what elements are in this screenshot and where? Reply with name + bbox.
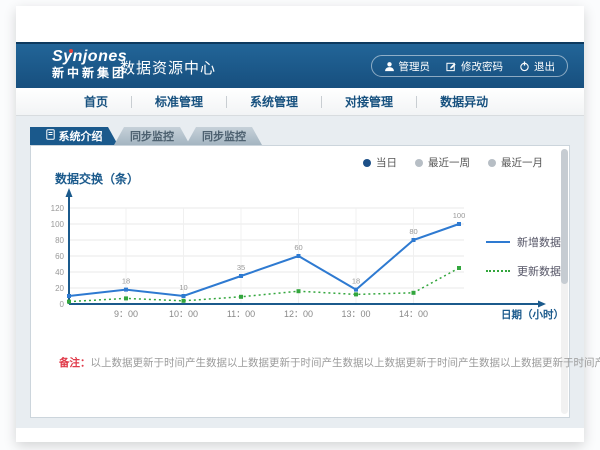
svg-text:60: 60	[55, 252, 64, 261]
svg-text:0: 0	[60, 300, 65, 309]
chart-panel: 当日 最近一周 最近一月 数据交换（条） 0204060801001209：00…	[30, 145, 570, 418]
radio-dot-icon	[488, 159, 496, 167]
nav-item-system-mgmt[interactable]: 系统管理	[244, 93, 304, 110]
nav-separator	[131, 96, 132, 108]
panel-scrollbar[interactable]	[561, 149, 568, 414]
svg-text:11：00: 11：00	[227, 309, 255, 319]
svg-text:日期（小时）: 日期（小时）	[501, 308, 564, 321]
green-dotted-swatch-icon	[486, 270, 510, 272]
logo-subtext: 新中新集团	[52, 67, 127, 80]
svg-text:18: 18	[352, 277, 360, 286]
svg-text:13：00: 13：00	[341, 309, 370, 319]
browser-window: Synjones 新中新集团 数据资源中心 管理员 修改密码 退出	[16, 6, 584, 442]
power-icon	[519, 61, 530, 72]
content-area: 系统介绍 同步监控 同步监控 当日 最近一周	[16, 116, 584, 428]
user-actions: 管理员 修改密码 退出	[371, 55, 569, 77]
document-icon	[46, 129, 55, 143]
svg-text:80: 80	[55, 236, 64, 245]
blue-line-swatch-icon	[486, 241, 510, 243]
nav-item-home[interactable]: 首页	[78, 93, 114, 110]
svg-text:10: 10	[179, 283, 187, 292]
svg-text:9：00: 9：00	[114, 309, 138, 319]
svg-text:20: 20	[55, 284, 64, 293]
footnote-prefix: 备注：	[59, 357, 91, 369]
svg-text:12：00: 12：00	[284, 309, 313, 319]
nav-item-standard-mgmt[interactable]: 标准管理	[149, 93, 209, 110]
legend-new-data: 新增数据	[486, 234, 561, 250]
nav-separator	[321, 96, 322, 108]
app-header: Synjones 新中新集团 数据资源中心 管理员 修改密码 退出	[16, 42, 584, 88]
svg-text:14：00: 14：00	[399, 309, 428, 319]
nav-item-interface-mgmt[interactable]: 对接管理	[339, 93, 399, 110]
legend-updated-data: 更新数据	[486, 263, 561, 279]
nav-separator	[416, 96, 417, 108]
tab-bar: 系统介绍 同步监控 同步监控	[30, 127, 262, 145]
chart-legend: 新增数据 更新数据	[486, 234, 561, 279]
user-icon	[384, 61, 395, 72]
tab-sync-monitor-1[interactable]: 同步监控	[114, 127, 190, 145]
footnote: 备注：以上数据更新于时间产生数据以上数据更新于时间产生数据以上数据更新于时间产生…	[59, 355, 600, 370]
svg-text:120: 120	[51, 204, 65, 213]
radio-last-week[interactable]: 最近一周	[415, 155, 470, 170]
nav-separator	[226, 96, 227, 108]
svg-text:10：00: 10：00	[169, 309, 198, 319]
svg-text:40: 40	[55, 268, 64, 277]
scrollbar-thumb[interactable]	[561, 149, 568, 284]
logo-red-dot-icon	[69, 49, 73, 53]
radio-dot-icon	[415, 159, 423, 167]
svg-text:100: 100	[51, 220, 65, 229]
logo-text: Synjones	[52, 48, 127, 66]
radio-dot-icon	[363, 159, 371, 167]
radio-today[interactable]: 当日	[363, 155, 397, 170]
svg-text:80: 80	[409, 227, 417, 236]
page-title: 数据资源中心	[120, 57, 216, 78]
svg-text:100: 100	[453, 211, 466, 220]
time-range-filter: 当日 最近一周 最近一月	[363, 155, 543, 170]
svg-text:35: 35	[237, 263, 245, 272]
logout-button[interactable]: 退出	[519, 59, 555, 74]
change-password-button[interactable]: 修改密码	[446, 59, 503, 74]
current-user-button[interactable]: 管理员	[384, 59, 431, 74]
svg-text:18: 18	[122, 277, 130, 286]
edit-icon	[446, 61, 457, 72]
footnote-text: 以上数据更新于时间产生数据以上数据更新于时间产生数据以上数据更新于时间产生数据以…	[91, 357, 600, 369]
radio-last-month[interactable]: 最近一月	[488, 155, 543, 170]
tab-sync-monitor-2[interactable]: 同步监控	[186, 127, 262, 145]
nav-item-data-change[interactable]: 数据异动	[434, 93, 494, 110]
company-logo: Synjones 新中新集团	[52, 48, 127, 80]
svg-text:60: 60	[294, 243, 302, 252]
tab-system-intro[interactable]: 系统介绍	[30, 127, 118, 145]
main-nav: 首页 标准管理 系统管理 对接管理 数据异动	[16, 88, 584, 116]
